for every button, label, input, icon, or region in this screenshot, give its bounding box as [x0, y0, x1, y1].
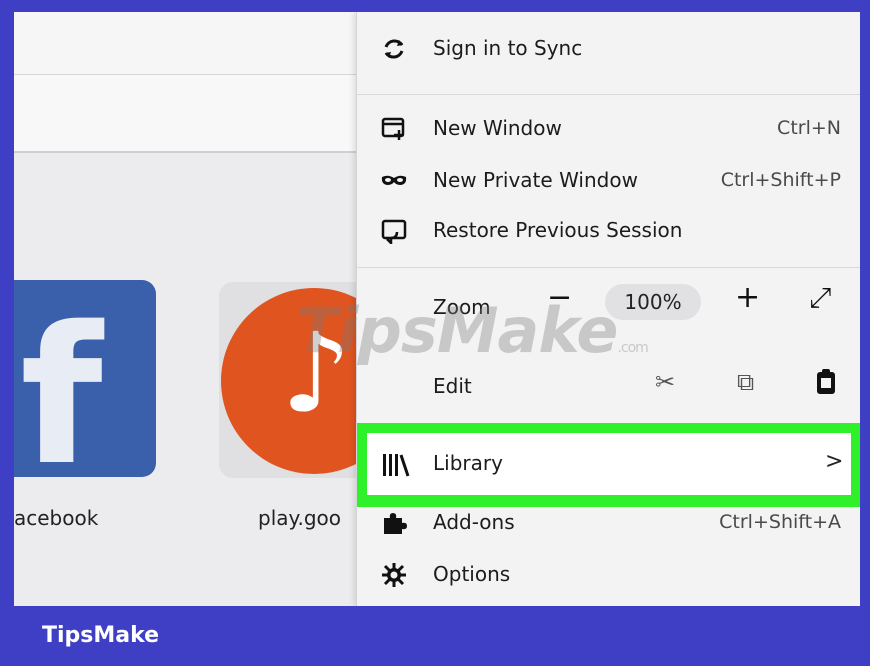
menu-item-label: Library	[433, 451, 503, 475]
menu-item-restore-session[interactable]: Restore Previous Session	[357, 208, 860, 252]
shortcut-text: Ctrl+Shift+A	[719, 511, 841, 533]
copy-icon[interactable]: ⧉	[737, 368, 754, 396]
paste-icon[interactable]	[815, 368, 837, 402]
gear-icon	[381, 562, 407, 588]
top-site-facebook[interactable]: f	[14, 280, 156, 492]
edit-label: Edit	[433, 374, 472, 398]
zoom-in-button[interactable]: +	[735, 281, 760, 315]
watermark-text: TipsMake	[296, 294, 618, 367]
restore-session-icon	[381, 218, 407, 247]
sync-icon	[381, 36, 407, 62]
cut-icon[interactable]: ✂	[655, 368, 675, 396]
fullscreen-icon[interactable]: ⤢	[809, 281, 831, 315]
library-highlight: Library >	[357, 423, 860, 507]
menu-item-label: Add-ons	[433, 510, 515, 534]
shortcut-text: Ctrl+N	[777, 117, 841, 139]
screenshot-frame: f acebook ♪ play.goo Sign in to Sync New…	[0, 0, 870, 666]
footer-bar: TipsMake	[0, 606, 870, 666]
bookmarks-toolbar-area	[14, 75, 370, 153]
menu-separator	[357, 94, 860, 95]
footer-brand: TipsMake	[42, 623, 160, 648]
shortcut-text: Ctrl+Shift+P	[720, 169, 841, 191]
menu-item-label: Options	[433, 562, 511, 586]
puzzle-icon	[381, 510, 407, 536]
private-mask-icon	[381, 168, 407, 194]
watermark: TipsMake.com	[296, 294, 649, 367]
menu-item-label: Restore Previous Session	[433, 218, 683, 242]
menu-item-label: New Private Window	[433, 168, 638, 192]
menu-item-new-private-window[interactable]: New Private Window Ctrl+Shift+P	[357, 158, 860, 202]
new-window-icon	[381, 116, 407, 142]
menu-separator	[357, 267, 860, 268]
menu-item-label: New Window	[433, 116, 562, 140]
watermark-suffix: .com	[617, 340, 648, 356]
menu-item-library[interactable]: Library >	[367, 433, 851, 495]
top-site-label[interactable]: acebook	[14, 506, 98, 530]
browser-window: f acebook ♪ play.goo Sign in to Sync New…	[14, 12, 860, 606]
chevron-right-icon: >	[825, 449, 844, 474]
menu-item-label: Sign in to Sync	[433, 36, 583, 60]
top-site-label[interactable]: play.goo	[258, 506, 341, 530]
address-bar-area[interactable]	[14, 12, 370, 75]
facebook-icon: f	[20, 286, 103, 507]
library-icon	[381, 451, 411, 483]
menu-item-options[interactable]: Options	[357, 552, 860, 596]
menu-item-new-window[interactable]: New Window Ctrl+N	[357, 106, 860, 150]
menu-item-sign-in-sync[interactable]: Sign in to Sync	[357, 26, 860, 70]
menu-item-add-ons[interactable]: Add-ons Ctrl+Shift+A	[357, 500, 860, 544]
